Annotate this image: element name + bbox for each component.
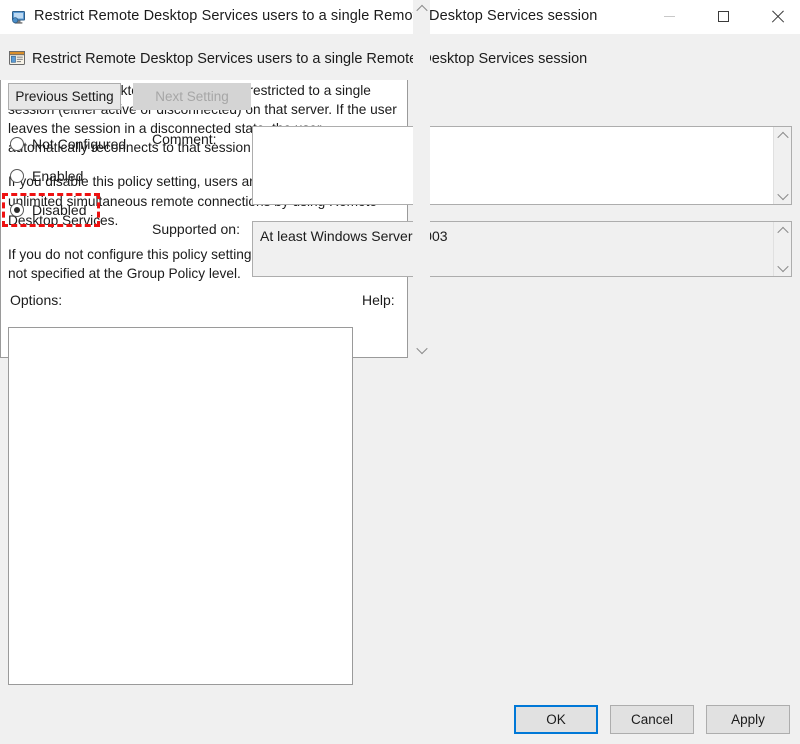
help-scrollbar[interactable] [413, 0, 430, 358]
supported-on-label: Supported on: [152, 221, 240, 237]
scroll-up-icon[interactable] [774, 127, 791, 144]
radio-selected-icon [10, 203, 24, 217]
close-button[interactable] [754, 0, 800, 33]
group-policy-setting-dialog: Restrict Remote Desktop Services users t… [0, 0, 800, 744]
ok-button[interactable]: OK [514, 705, 598, 734]
help-label: Help: [362, 292, 395, 308]
comment-field[interactable] [252, 126, 792, 205]
options-label: Options: [10, 292, 63, 308]
radio-icon [10, 169, 24, 183]
radio-enabled[interactable]: Enabled [10, 165, 83, 187]
scroll-up-icon[interactable] [413, 0, 430, 17]
radio-disabled[interactable]: Disabled [10, 199, 86, 221]
supported-on-value: At least Windows Server 2003 [253, 222, 773, 276]
maximize-button[interactable] [700, 0, 746, 33]
maximize-icon [717, 11, 729, 22]
comment-input[interactable] [253, 127, 773, 204]
radio-not-configured[interactable]: Not Configured [10, 133, 126, 155]
policy-setting-icon [8, 49, 26, 67]
supported-on-scrollbar[interactable] [773, 222, 791, 276]
comment-scrollbar[interactable] [773, 127, 791, 204]
cancel-button[interactable]: Cancel [610, 705, 694, 734]
radio-label-enabled: Enabled [32, 168, 84, 184]
scroll-up-icon[interactable] [774, 222, 791, 239]
comment-label: Comment: [152, 131, 217, 147]
remote-desktop-monitor-icon [10, 9, 27, 26]
radio-icon [10, 137, 24, 151]
title-bar: Restrict Remote Desktop Services users t… [0, 0, 800, 35]
scroll-down-icon[interactable] [413, 341, 430, 358]
radio-label-disabled: Disabled [32, 202, 87, 218]
setting-name: Restrict Remote Desktop Services users t… [32, 51, 588, 67]
scroll-down-icon[interactable] [774, 259, 791, 276]
setting-header: Restrict Remote Desktop Services users t… [0, 34, 800, 80]
close-icon [771, 10, 784, 23]
minimize-button[interactable] [646, 0, 692, 33]
window-title: Restrict Remote Desktop Services users t… [34, 8, 598, 24]
next-setting-button: Next Setting [133, 83, 251, 110]
radio-label-not-configured: Not Configured [32, 136, 127, 152]
apply-button[interactable]: Apply [706, 705, 790, 734]
minimize-icon [663, 16, 675, 17]
supported-on-field: At least Windows Server 2003 [252, 221, 792, 277]
previous-setting-button[interactable]: Previous Setting [8, 83, 121, 110]
options-pane[interactable] [8, 327, 353, 685]
scroll-down-icon[interactable] [774, 187, 791, 204]
